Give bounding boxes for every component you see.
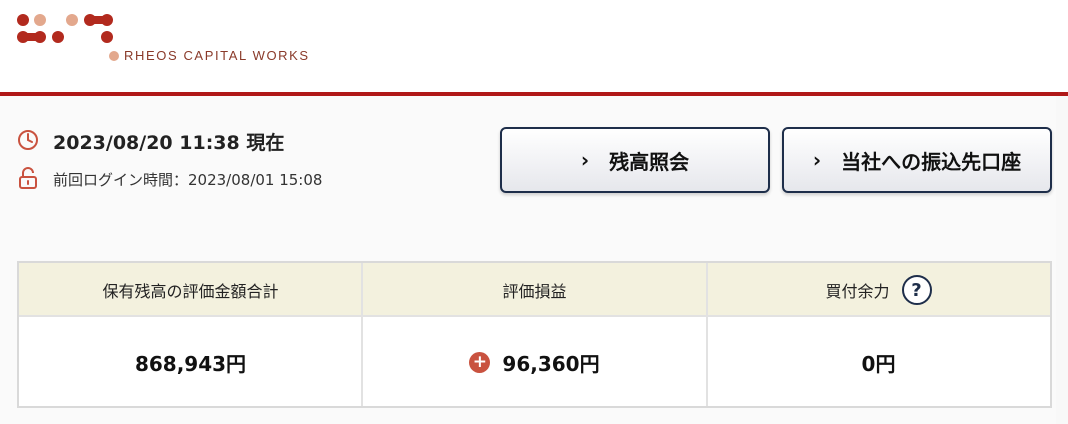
site-header: RHEOS CAPITAL WORKS	[0, 0, 1068, 92]
chevron-right-icon: ›	[580, 148, 590, 172]
header-total-valuation: 保有残高の評価金額合計	[102, 282, 279, 301]
clock-icon	[18, 130, 38, 150]
plus-icon: +	[469, 352, 491, 373]
value-buying-power: 0円	[861, 352, 896, 376]
unlock-icon	[19, 167, 37, 189]
transfer-account-label: 当社への振込先口座	[841, 149, 1022, 174]
transfer-account-button[interactable]: › 当社への振込先口座	[782, 127, 1052, 193]
balance-inquiry-button[interactable]: › 残高照会	[500, 127, 770, 193]
last-login-time: 前回ログイン時間：2023/08/01 15:08	[53, 171, 323, 189]
header-buying-power-label: 買付余力	[825, 282, 890, 301]
current-datetime: 2023/08/20 11:38 現在	[53, 132, 285, 154]
header-buying-power: 買付余力 ?	[707, 263, 1050, 317]
chevron-right-icon: ›	[812, 148, 822, 172]
value-unrealized-gain: + 96,360円	[362, 319, 707, 406]
help-icon[interactable]: ?	[901, 275, 932, 305]
asset-summary-table: 保有残高の評価金額合計 評価損益 買付余力 ? 868,943円 + 96,36…	[17, 261, 1052, 408]
unrealized-gain-amount: 96,360円	[502, 352, 600, 376]
value-total-valuation: 868,943円	[134, 352, 247, 376]
header-unrealized-gain: 評価損益	[502, 282, 567, 301]
brand-name: RHEOS CAPITAL WORKS	[124, 48, 310, 63]
balance-inquiry-label: 残高照会	[609, 149, 690, 174]
